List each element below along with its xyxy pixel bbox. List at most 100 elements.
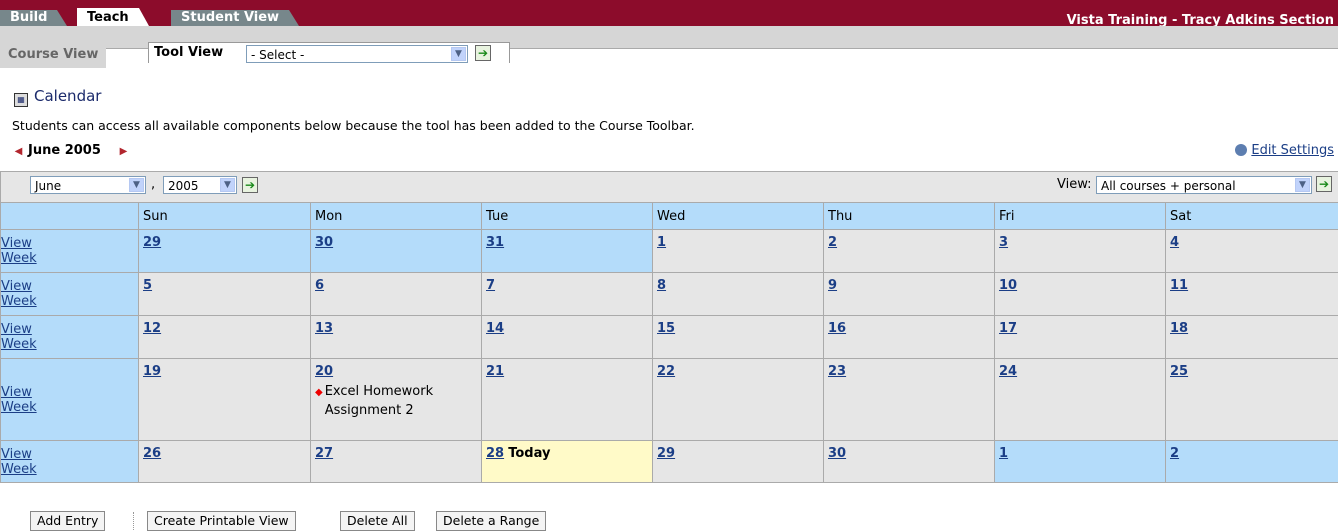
header-tue: Tue xyxy=(482,203,653,230)
day-number-link[interactable]: 22 xyxy=(657,364,675,379)
day-number-link[interactable]: 15 xyxy=(657,321,675,336)
calendar-week-row: ViewWeek 12 13 14 15 16 17 18 xyxy=(1,316,1338,359)
day-number-link[interactable]: 25 xyxy=(1170,364,1188,379)
day-number-link[interactable]: 1 xyxy=(999,446,1008,461)
calendar-day-cell: 25 xyxy=(1166,359,1338,441)
day-number-link[interactable]: 10 xyxy=(999,278,1017,293)
delete-all-button[interactable]: Delete All xyxy=(340,511,415,531)
calendar-week-row: ViewWeek 5 6 7 8 9 10 11 xyxy=(1,273,1338,316)
create-printable-view-button[interactable]: Create Printable View xyxy=(147,511,296,531)
header-fri: Fri xyxy=(995,203,1166,230)
view-week-link[interactable]: ViewWeek xyxy=(1,236,37,266)
previous-month-icon[interactable]: ◀ xyxy=(12,145,25,158)
day-number-link[interactable]: 28 xyxy=(486,446,504,461)
view-week-link[interactable]: ViewWeek xyxy=(1,322,37,352)
day-number-link[interactable]: 2 xyxy=(1170,446,1179,461)
calendar-day-cell: 23 xyxy=(824,359,995,441)
add-entry-button[interactable]: Add Entry xyxy=(30,511,105,531)
header-thu: Thu xyxy=(824,203,995,230)
calendar-day-cell: 26 xyxy=(139,441,311,483)
calendar-day-cell: 15 xyxy=(653,316,824,359)
tab-build[interactable]: Build xyxy=(0,10,57,26)
chevron-down-icon: ▼ xyxy=(220,178,235,192)
calendar-day-cell: 17 xyxy=(995,316,1166,359)
tool-select[interactable]: - Select - ▼ xyxy=(246,45,468,63)
calendar-event[interactable]: ◆Excel Homework Assignment 2 xyxy=(315,382,477,420)
day-number-link[interactable]: 3 xyxy=(999,235,1008,250)
chevron-down-icon: ▼ xyxy=(129,178,144,192)
delete-range-button[interactable]: Delete a Range xyxy=(436,511,546,531)
day-number-link[interactable]: 5 xyxy=(143,278,152,293)
calendar-day-cell: 16 xyxy=(824,316,995,359)
calendar-day-cell: 1 xyxy=(653,230,824,273)
calendar-day-cell: 27 xyxy=(311,441,482,483)
day-number-link[interactable]: 8 xyxy=(657,278,666,293)
day-number-link[interactable]: 26 xyxy=(143,446,161,461)
calendar-day-cell: 13 xyxy=(311,316,482,359)
calendar-day-cell: 20 ◆Excel Homework Assignment 2 xyxy=(311,359,482,441)
view-week-link[interactable]: ViewWeek xyxy=(1,447,37,477)
tab-teach[interactable]: Teach xyxy=(77,8,139,26)
next-month-icon[interactable]: ▶ xyxy=(117,145,130,158)
chevron-down-icon: ▼ xyxy=(451,47,466,61)
calendar-day-cell: 10 xyxy=(995,273,1166,316)
date-comma: , xyxy=(151,177,155,192)
day-number-link[interactable]: 29 xyxy=(657,446,675,461)
view-week-link[interactable]: ViewWeek xyxy=(1,279,37,309)
month-select[interactable]: June ▼ xyxy=(30,176,146,194)
day-number-link[interactable]: 7 xyxy=(486,278,495,293)
calendar-week-row: ViewWeek 26 27 28 Today 29 30 1 2 xyxy=(1,441,1338,483)
day-number-link[interactable]: 30 xyxy=(828,446,846,461)
tab-course-view[interactable]: Course View xyxy=(0,44,106,68)
calendar-day-cell: 14 xyxy=(482,316,653,359)
day-number-link[interactable]: 20 xyxy=(315,364,333,379)
view-go-button[interactable]: ➔ xyxy=(1316,176,1332,192)
day-number-link[interactable]: 2 xyxy=(828,235,837,250)
calendar-day-cell: 30 xyxy=(824,441,995,483)
day-number-link[interactable]: 24 xyxy=(999,364,1017,379)
edit-settings-link[interactable]: Edit Settings xyxy=(1235,143,1334,158)
calendar-day-cell: 7 xyxy=(482,273,653,316)
tab-student-view[interactable]: Student View xyxy=(171,10,289,26)
calendar-day-cell: 29 xyxy=(139,230,311,273)
day-number-link[interactable]: 6 xyxy=(315,278,324,293)
year-select[interactable]: 2005 ▼ xyxy=(163,176,237,194)
day-number-link[interactable]: 14 xyxy=(486,321,504,336)
day-number-link[interactable]: 18 xyxy=(1170,321,1188,336)
day-number-link[interactable]: 4 xyxy=(1170,235,1179,250)
calendar-day-cell: 28 Today xyxy=(482,441,653,483)
header-mon: Mon xyxy=(311,203,482,230)
day-number-link[interactable]: 30 xyxy=(315,235,333,250)
date-go-button[interactable]: ➔ xyxy=(242,177,258,193)
day-number-link[interactable]: 27 xyxy=(315,446,333,461)
day-number-link[interactable]: 19 xyxy=(143,364,161,379)
day-number-link[interactable]: 16 xyxy=(828,321,846,336)
week-header-cell xyxy=(1,203,139,230)
view-label: View: xyxy=(1057,177,1092,192)
day-number-link[interactable]: 31 xyxy=(486,235,504,250)
day-number-link[interactable]: 12 xyxy=(143,321,161,336)
day-number-link[interactable]: 11 xyxy=(1170,278,1188,293)
day-number-link[interactable]: 23 xyxy=(828,364,846,379)
calendar-week-row: ViewWeek 29 30 31 1 2 3 4 xyxy=(1,230,1338,273)
calendar-day-cell: 6 xyxy=(311,273,482,316)
calendar-day-cell: 9 xyxy=(824,273,995,316)
info-text: Students can access all available compon… xyxy=(12,118,695,133)
calendar-day-cell: 19 xyxy=(139,359,311,441)
day-number-link[interactable]: 1 xyxy=(657,235,666,250)
view-week-cell: ViewWeek xyxy=(1,441,139,483)
view-select[interactable]: All courses + personal ▼ xyxy=(1096,176,1312,194)
view-week-cell: ViewWeek xyxy=(1,316,139,359)
tool-go-button[interactable]: ➔ xyxy=(475,45,491,61)
day-number-link[interactable]: 17 xyxy=(999,321,1017,336)
view-week-link[interactable]: ViewWeek xyxy=(1,385,37,415)
day-number-link[interactable]: 29 xyxy=(143,235,161,250)
calendar-week-row: ViewWeek 19 20 ◆Excel Homework Assignment 2… xyxy=(1,359,1338,441)
today-label: Today xyxy=(508,446,550,461)
day-number-link[interactable]: 9 xyxy=(828,278,837,293)
chevron-down-icon: ▼ xyxy=(1295,178,1310,192)
calendar-day-cell: 30 xyxy=(311,230,482,273)
day-number-link[interactable]: 21 xyxy=(486,364,504,379)
month-title: June 2005 xyxy=(28,143,101,158)
day-number-link[interactable]: 13 xyxy=(315,321,333,336)
